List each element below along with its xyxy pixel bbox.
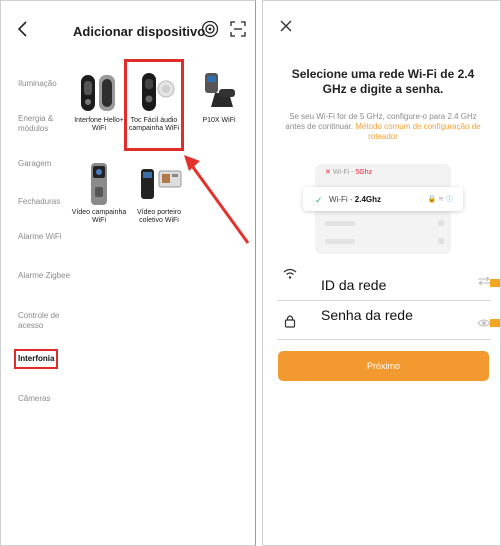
device-toc-facil[interactable]: Toc Fácil áudio campainha WiFi (124, 69, 184, 133)
doorbell-image (124, 69, 184, 115)
info-icon: ⓘ (446, 196, 453, 203)
wifi-setup-screen: Selecione uma rede Wi-Fi de 2.4 GHz e di… (262, 0, 501, 546)
category-interfonia[interactable]: Interfonia (18, 354, 76, 364)
device-video-campainha[interactable]: Vídeo campainha WiFi (69, 161, 129, 225)
lock-icon (284, 315, 296, 328)
device-label: P10X WiFi (202, 117, 236, 124)
add-device-screen: Adicionar dispositivo Iluminação Energia… (0, 0, 256, 546)
password-input[interactable]: Senha da rede (321, 307, 413, 323)
category-cameras[interactable]: Câmeras (18, 394, 76, 404)
category-fechaduras[interactable]: Fechaduras (18, 197, 76, 207)
wifi-subtitle: Se seu Wi-Fi for de 5 GHz, configure-o p… (281, 112, 485, 142)
wifi-5ghz-row: ✕ Wi-Fi - 5Ghz (315, 168, 451, 182)
placeholder-dot (438, 220, 444, 226)
wifi-24ghz-prefix: Wi-Fi - (329, 195, 355, 204)
video-doorbell-image (69, 161, 129, 207)
intercom-image (69, 69, 129, 115)
wifi-24ghz-row: ✓ Wi-Fi - 2.4Ghz 🔒 ≋ ⓘ (303, 187, 463, 211)
back-arrow-icon[interactable] (13, 19, 33, 39)
scan-nearby-icon[interactable] (201, 20, 219, 38)
wifi-5ghz-band: 5Ghz (355, 169, 373, 176)
category-alarme-zigbee[interactable]: Alarme Zigbee (18, 271, 76, 281)
category-alarme-wifi[interactable]: Alarme WiFi (18, 232, 76, 242)
divider (277, 339, 491, 340)
divider (277, 300, 491, 301)
reject-icon: ✕ (325, 169, 331, 176)
red-arrow-annotation (184, 155, 250, 244)
wifi-signal-icons: 🔒 ≋ ⓘ (427, 196, 453, 203)
eye-icon[interactable] (477, 318, 491, 328)
device-interfone-hello[interactable]: Interfone Hello+ WiFi (69, 69, 129, 133)
wifi-icon (283, 268, 297, 279)
network-id-input[interactable]: ID da rede (321, 277, 386, 293)
category-controle-acesso[interactable]: Controle de acesso (18, 311, 76, 331)
wifi-5ghz-prefix: Wi-Fi - (332, 169, 356, 176)
p10x-image (189, 69, 249, 115)
placeholder-bar (325, 239, 355, 244)
check-icon: ✓ (315, 195, 323, 205)
device-label: Interfone Hello+ WiFi (74, 117, 124, 132)
swap-network-icon[interactable] (477, 276, 491, 286)
qr-scan-icon[interactable] (229, 20, 247, 38)
device-p10x[interactable]: P10X WiFi (189, 69, 249, 125)
placeholder-dot (438, 238, 444, 244)
device-label: Toc Fácil áudio campainha WiFi (128, 117, 180, 132)
header: Adicionar dispositivo (1, 1, 255, 57)
wifi-24ghz-band: 2.4Ghz (354, 195, 381, 204)
category-iluminacao[interactable]: Iluminação (18, 79, 76, 89)
next-button[interactable]: Próximo (278, 351, 489, 381)
close-icon[interactable] (279, 19, 293, 33)
page-title: Adicionar dispositivo (73, 24, 206, 39)
category-energia[interactable]: Energia & módulos (18, 114, 76, 134)
marker (490, 279, 500, 287)
router-config-link[interactable]: Método comum de configuração de roteador (355, 122, 480, 141)
marker (490, 319, 500, 327)
category-garagem[interactable]: Garagem (18, 159, 76, 169)
device-label: Vídeo campainha WiFi (71, 209, 127, 224)
wifi-title: Selecione uma rede Wi-Fi de 2.4 GHz e di… (291, 67, 475, 96)
placeholder-bar (325, 221, 355, 226)
